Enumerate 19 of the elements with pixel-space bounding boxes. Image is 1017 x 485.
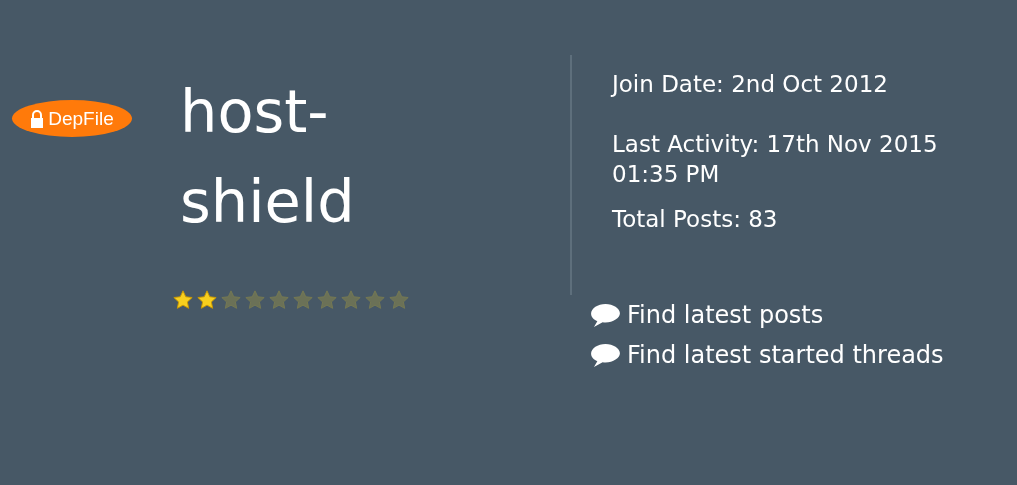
- star-icon: [340, 289, 362, 311]
- username: host-shield: [180, 76, 356, 238]
- speech-bubble-icon: [590, 302, 621, 328]
- star-icon: [292, 289, 314, 311]
- logo: DepFile: [12, 100, 132, 137]
- star-icon: [268, 289, 290, 311]
- star-icon: [172, 289, 194, 311]
- info-text: Total Posts: 83: [612, 205, 779, 234]
- star-icon: [220, 289, 242, 311]
- star-icon: [316, 289, 338, 311]
- star-icon: [364, 289, 386, 311]
- speech-bubble-icon: [590, 342, 621, 368]
- info-text: Join Date: 2nd Oct 2012: [612, 70, 889, 99]
- star-icon: [196, 289, 218, 311]
- profile-link[interactable]: Find latest posts: [627, 301, 824, 329]
- profile-link[interactable]: Find latest started threads: [627, 341, 944, 369]
- info-text: Last Activity: 17th Nov 2015 01:35 PM: [612, 130, 939, 189]
- star-icon: [244, 289, 266, 311]
- star-icon: [388, 289, 410, 311]
